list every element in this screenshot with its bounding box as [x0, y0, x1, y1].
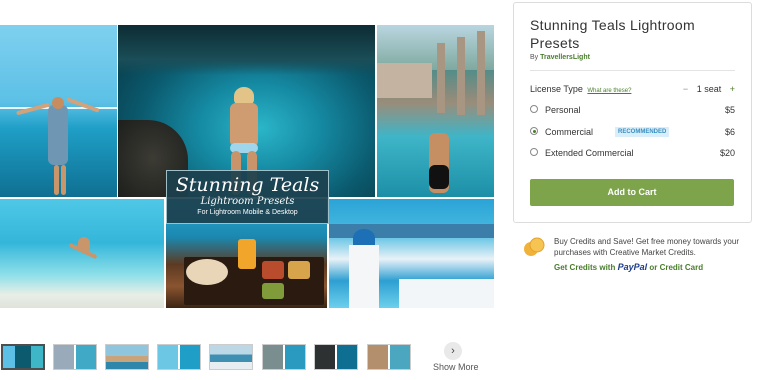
- thumbnail-7[interactable]: [314, 344, 358, 370]
- photo-pool-villa: [377, 25, 494, 197]
- show-more-link[interactable]: Show More: [433, 362, 479, 372]
- card-divider: [530, 70, 735, 71]
- product-image-collage[interactable]: Stunning Teals Lightroom Presets For Lig…: [0, 25, 494, 308]
- shop-name-link[interactable]: TravellersLight: [540, 54, 590, 61]
- option-name: Personal: [545, 105, 581, 115]
- product-title: Stunning Teals Lightroom Presets: [530, 17, 695, 51]
- byline-prefix: By: [530, 54, 539, 61]
- recommended-badge: RECOMMENDED: [615, 127, 670, 137]
- thumbnail-5[interactable]: [209, 344, 253, 370]
- seat-minus-button[interactable]: −: [683, 84, 688, 94]
- chevron-right-icon[interactable]: ›: [444, 342, 462, 360]
- seat-value: 1 seat: [696, 84, 722, 94]
- thumbnail-2[interactable]: [53, 344, 97, 370]
- product-purchase-card: Stunning Teals Lightroom Presets By Trav…: [513, 2, 752, 223]
- paypal-logo: PayPal: [617, 262, 648, 272]
- license-type-row: License Type What are these? − 1 seat +: [530, 84, 735, 94]
- license-option-extended-commercial[interactable]: Extended Commercial $20: [530, 146, 735, 160]
- what-are-these-link[interactable]: What are these?: [587, 88, 631, 94]
- photo-santorini-church: [329, 199, 494, 308]
- get-credits-link[interactable]: Get Credits with PayPal or Credit Card: [554, 262, 703, 272]
- license-option-commercial[interactable]: Commercial RECOMMENDED $6: [530, 125, 735, 139]
- thumbnail-8[interactable]: [367, 344, 411, 370]
- thumbnail-6[interactable]: [262, 344, 306, 370]
- option-name: Commercial: [545, 127, 594, 137]
- radio-commercial[interactable]: [530, 127, 538, 135]
- overlay-title: Stunning Teals: [175, 174, 320, 196]
- coins-icon: [524, 237, 545, 256]
- add-to-cart-button[interactable]: Add to Cart: [530, 179, 734, 206]
- seat-stepper: − 1 seat +: [677, 84, 735, 94]
- option-price: $6: [724, 127, 735, 137]
- get-credits-prefix: Get Credits with: [554, 263, 616, 272]
- photo-jumping-beach: [0, 199, 164, 308]
- radio-personal[interactable]: [530, 105, 538, 113]
- thumbnail-4[interactable]: [157, 344, 201, 370]
- option-name: Extended Commercial: [545, 148, 634, 158]
- seat-plus-button[interactable]: +: [730, 84, 735, 94]
- product-overlay-title: Stunning Teals Lightroom Presets For Lig…: [166, 170, 329, 224]
- overlay-caption: For Lightroom Mobile & Desktop: [197, 209, 298, 216]
- get-credits-suffix: or Credit Card: [649, 263, 704, 272]
- product-byline: By TravellersLight: [530, 54, 590, 61]
- thumbnail-1[interactable]: [1, 344, 45, 370]
- option-price: $5: [724, 105, 735, 115]
- license-option-personal[interactable]: Personal $5: [530, 103, 735, 117]
- thumbnail-3[interactable]: [105, 344, 149, 370]
- photo-woman-ocean: [0, 25, 117, 197]
- credits-promo-text: Buy Credits and Save! Get free money tow…: [554, 237, 739, 257]
- option-price: $20: [719, 148, 735, 158]
- license-type-label: License Type: [530, 84, 583, 94]
- radio-extended-commercial[interactable]: [530, 148, 538, 156]
- overlay-subtitle: Lightroom Presets: [200, 196, 295, 207]
